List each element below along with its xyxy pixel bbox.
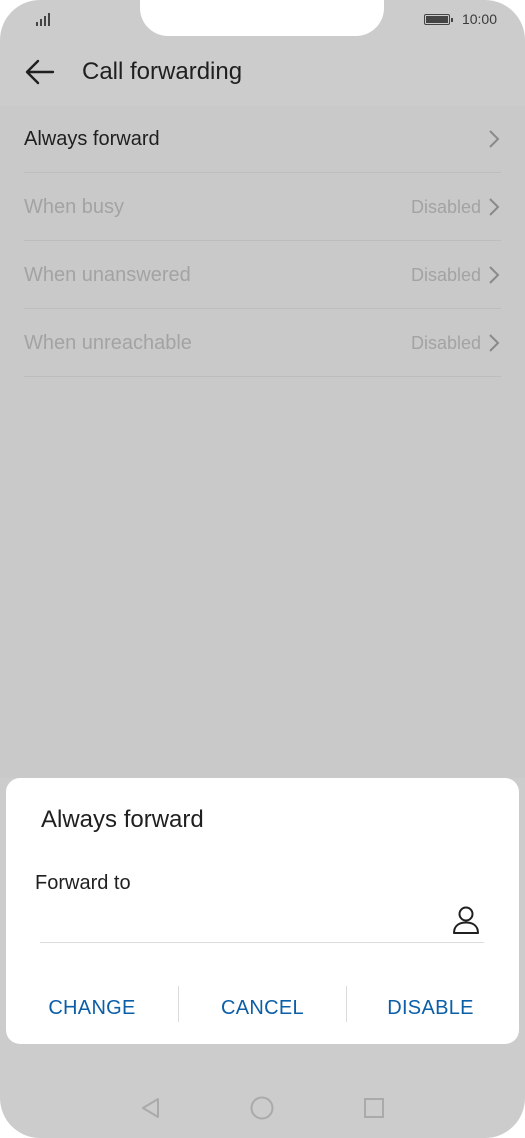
battery-icon xyxy=(423,13,453,25)
dialog-actions: CHANGE CANCEL DISABLE xyxy=(6,984,519,1032)
list-item-when-unreachable[interactable]: When unreachable Disabled xyxy=(24,310,501,377)
chevron-right-icon xyxy=(489,334,500,352)
status-right: 10:00 xyxy=(423,10,497,28)
list-item-label: Always forward xyxy=(24,127,160,150)
nav-home-button[interactable] xyxy=(248,1094,276,1122)
cancel-button[interactable]: CANCEL xyxy=(179,984,346,1032)
page-title: Call forwarding xyxy=(82,58,243,85)
change-button[interactable]: CHANGE xyxy=(6,984,178,1032)
list-item-label: When unreachable xyxy=(24,331,192,354)
contacts-button[interactable] xyxy=(450,904,482,936)
triangle-back-icon xyxy=(142,1098,159,1118)
chevron-right-icon xyxy=(489,198,500,216)
circle-home-icon xyxy=(250,1096,274,1120)
status-time: 10:00 xyxy=(461,11,497,27)
signal-icon xyxy=(36,13,50,26)
square-recent-icon xyxy=(364,1098,384,1118)
forward-to-label: Forward to xyxy=(35,872,131,894)
arrow-left-icon xyxy=(25,59,55,85)
app-header: Call forwarding xyxy=(0,36,525,106)
navigation-bar xyxy=(0,1080,525,1138)
back-button[interactable] xyxy=(20,54,60,90)
disable-button[interactable]: DISABLE xyxy=(347,984,514,1032)
chevron-right-icon xyxy=(489,266,500,284)
list-item-always-forward[interactable]: Always forward xyxy=(24,106,501,173)
list-item-status: Disabled xyxy=(410,332,481,353)
camera-notch xyxy=(140,0,384,36)
list-item-label: When busy xyxy=(24,195,125,218)
nav-recent-button[interactable] xyxy=(360,1094,388,1122)
forward-number-input[interactable] xyxy=(40,902,484,943)
dialog-title: Always forward xyxy=(41,806,204,833)
list-item-label: When unanswered xyxy=(24,263,191,286)
person-icon xyxy=(453,906,479,934)
list-item-when-busy[interactable]: When busy Disabled xyxy=(24,174,501,241)
phone-screen: 10:00 Call forwarding Always forward Whe… xyxy=(0,0,525,1138)
settings-list: Always forward When busy Disabled When u… xyxy=(0,106,525,778)
nav-back-button[interactable] xyxy=(136,1094,164,1122)
always-forward-dialog: Always forward Forward to CHANGE CANCEL … xyxy=(6,778,519,1044)
chevron-right-icon xyxy=(489,130,500,148)
list-item-when-unanswered[interactable]: When unanswered Disabled xyxy=(24,242,501,309)
list-item-status: Disabled xyxy=(410,196,481,217)
list-item-status: Disabled xyxy=(410,264,481,285)
